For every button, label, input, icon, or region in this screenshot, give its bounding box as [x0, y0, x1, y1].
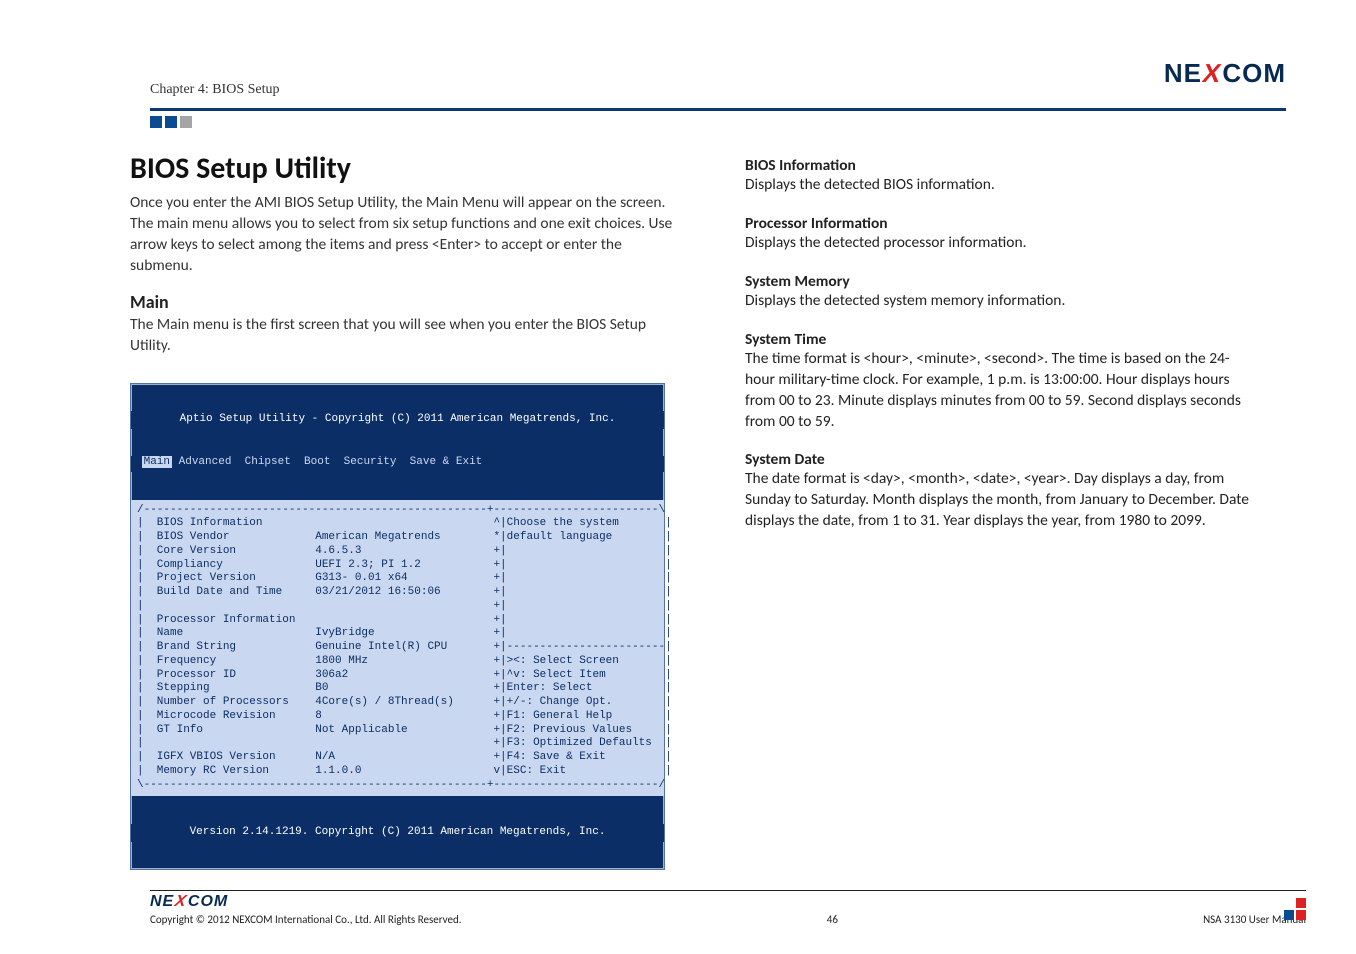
logo-pre: NE: [150, 893, 174, 911]
chapter-label: Chapter 4: BIOS Setup: [150, 82, 280, 98]
logo-pre: NE: [1164, 58, 1202, 89]
main-paragraph: The Main menu is the first screen that y…: [130, 315, 685, 357]
right-column: BIOS InformationDisplays the detected BI…: [745, 150, 1255, 870]
page-footer: NEXCOM Copyright © 2012 NEXCOM Internati…: [150, 890, 1306, 926]
content-area: BIOS Setup Utility Once you enter the AM…: [130, 150, 1286, 870]
bios-menu-selected: Main: [142, 456, 172, 468]
brand-logo-bottom: NEXCOM: [150, 893, 462, 911]
header-divider: [150, 108, 1286, 111]
info-desc: Displays the detected BIOS information.: [745, 175, 1255, 196]
brand-logo-top: NEXCOM: [1164, 58, 1286, 89]
bios-menubar: Main Advanced Chipset Boot Security Save…: [131, 456, 664, 472]
accent-square: [180, 116, 192, 128]
bios-footer: Version 2.14.1219. Copyright (C) 2011 Am…: [131, 824, 664, 842]
info-term: System Time: [745, 330, 1255, 349]
accent-square: [150, 116, 162, 128]
bios-title: Aptio Setup Utility - Copyright (C) 2011…: [131, 411, 664, 429]
bios-body: /---------------------------------------…: [131, 500, 664, 797]
header-accent-squares: [150, 116, 192, 128]
info-term: System Date: [745, 450, 1255, 469]
info-desc: The time format is <hour>, <minute>, <se…: [745, 349, 1255, 433]
info-desc: Displays the detected system memory info…: [745, 291, 1255, 312]
info-desc: Displays the detected processor informat…: [745, 233, 1255, 254]
page-header: Chapter 4: BIOS Setup NEXCOM: [0, 0, 1356, 110]
footer-corner-icon: [1284, 894, 1306, 920]
logo-post: COM: [188, 893, 228, 911]
info-term: BIOS Information: [745, 156, 1255, 175]
footer-copyright: Copyright © 2012 NEXCOM International Co…: [150, 913, 462, 926]
bios-screenshot: Aptio Setup Utility - Copyright (C) 2011…: [130, 383, 665, 871]
footer-page-number: 46: [827, 913, 838, 926]
info-term: Processor Information: [745, 214, 1255, 233]
nexcom-logo-icon: NEXCOM: [1164, 58, 1286, 89]
logo-post: COM: [1222, 58, 1286, 89]
bios-menu-rest: Advanced Chipset Boot Security Save & Ex…: [172, 456, 482, 468]
left-column: BIOS Setup Utility Once you enter the AM…: [130, 150, 685, 870]
page-title: BIOS Setup Utility: [130, 150, 685, 187]
accent-square: [165, 116, 177, 128]
main-heading: Main: [130, 291, 685, 313]
info-term: System Memory: [745, 272, 1255, 291]
info-desc: The date format is <day>, <month>, <date…: [745, 469, 1255, 532]
footer-left: NEXCOM Copyright © 2012 NEXCOM Internati…: [150, 893, 462, 926]
intro-paragraph: Once you enter the AMI BIOS Setup Utilit…: [130, 193, 685, 277]
